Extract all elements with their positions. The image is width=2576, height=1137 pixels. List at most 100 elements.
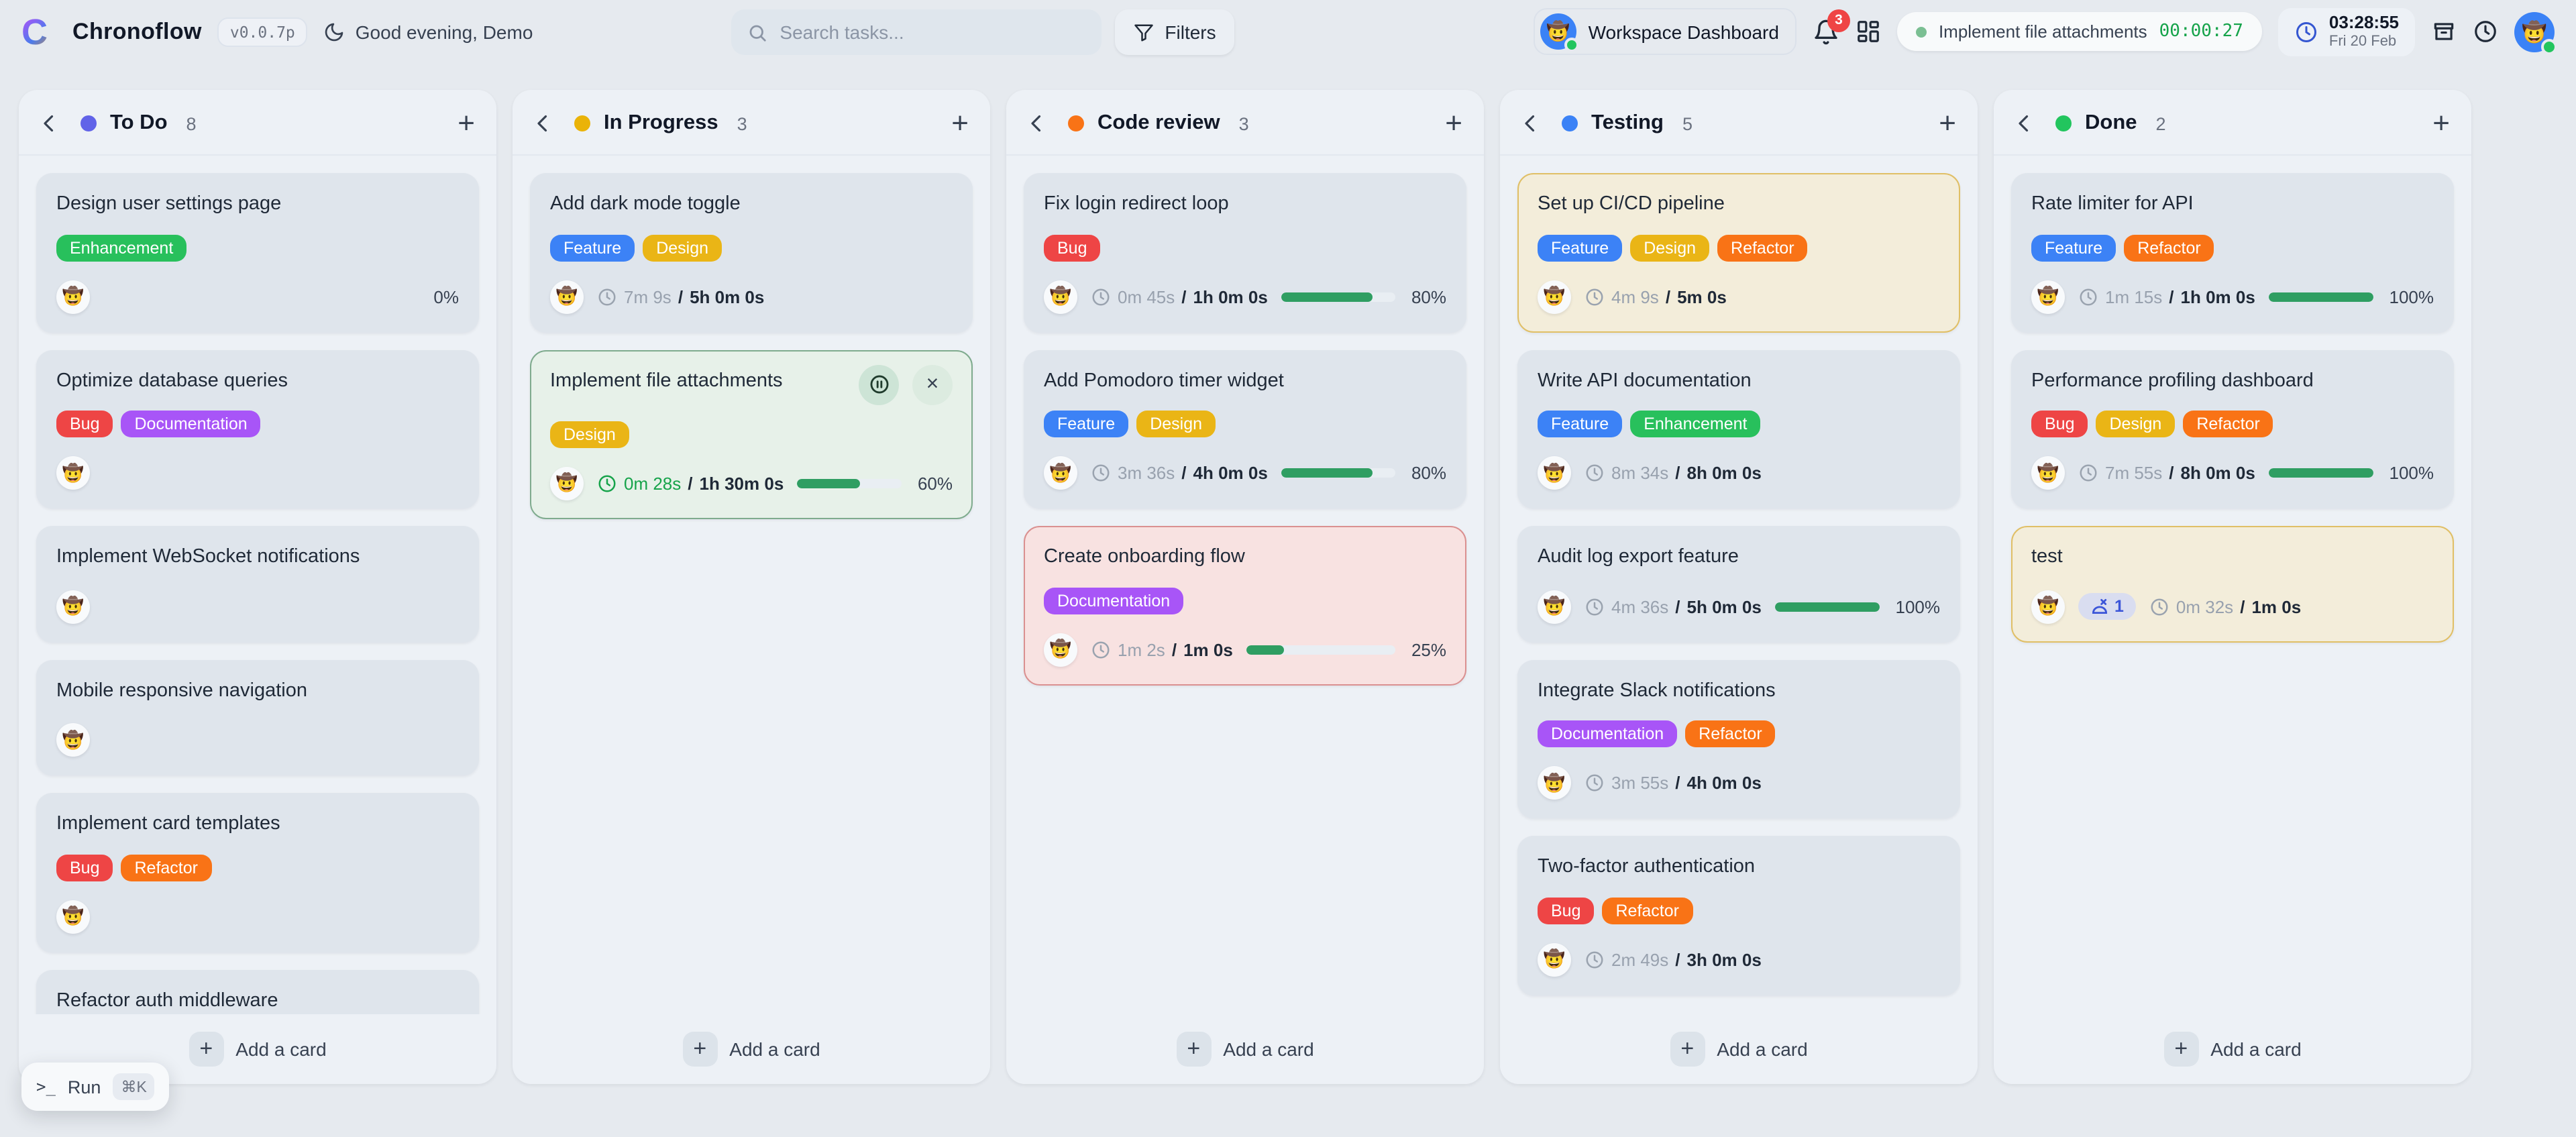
archive-button[interactable] bbox=[2431, 19, 2457, 45]
progress-fill bbox=[2269, 292, 2373, 301]
column-count: 2 bbox=[2156, 113, 2166, 133]
add-card-button[interactable]: +Add a card bbox=[1006, 1014, 1484, 1084]
run-command-button[interactable]: >_ Run ⌘K bbox=[21, 1063, 170, 1111]
card-title: Audit log export feature bbox=[1538, 545, 1739, 571]
column-collapse-button[interactable] bbox=[534, 114, 553, 133]
card[interactable]: Add dark mode toggleFeatureDesign🤠7m 9s/… bbox=[530, 173, 973, 332]
card[interactable]: Refactor auth middleware🤠 bbox=[36, 970, 479, 1014]
workspace-label: Workspace Dashboard bbox=[1589, 21, 1779, 43]
card-tags: Enhancement bbox=[56, 234, 459, 261]
column-collapse-button[interactable] bbox=[2015, 114, 2034, 133]
tag-design: Design bbox=[550, 421, 629, 447]
board-view-button[interactable] bbox=[1856, 19, 1881, 45]
app-logo-icon: C bbox=[21, 15, 56, 50]
card-top: Design user settings page bbox=[56, 192, 459, 218]
card-title: Set up CI/CD pipeline bbox=[1538, 192, 1725, 218]
card[interactable]: Design user settings page Enhancement 🤠0% bbox=[36, 173, 479, 332]
card-footer: 🤠0% bbox=[56, 280, 459, 313]
add-card-icon-button[interactable]: + bbox=[2432, 109, 2450, 138]
progress-fill bbox=[1775, 602, 1880, 611]
chevron-left-icon bbox=[40, 114, 59, 133]
column-color-dot bbox=[574, 115, 590, 131]
active-timer-pill[interactable]: Implement file attachments 00:00:27 bbox=[1897, 13, 2262, 52]
plus-icon: + bbox=[682, 1032, 717, 1067]
card-tags: Design bbox=[550, 421, 953, 447]
filters-button[interactable]: Filters bbox=[1115, 9, 1234, 55]
card-footer: 🤠3m 55s/4h 0m 0s bbox=[1538, 767, 1940, 800]
add-card-button[interactable]: +Add a card bbox=[1994, 1014, 2471, 1084]
card[interactable]: Write API documentationFeatureEnhancemen… bbox=[1517, 349, 1960, 508]
progress-fill bbox=[797, 478, 859, 488]
card[interactable]: Optimize database queriesBugDocumentatio… bbox=[36, 349, 479, 508]
card[interactable]: Two-factor authenticationBugRefactor🤠2m … bbox=[1517, 836, 1960, 995]
card-avatar: 🤠 bbox=[1044, 280, 1077, 313]
add-card-icon-button[interactable]: + bbox=[1445, 109, 1462, 138]
card[interactable]: Audit log export feature🤠4m 36s/5h 0m 0s… bbox=[1517, 526, 1960, 642]
workspace-switcher[interactable]: 🤠 Workspace Dashboard bbox=[1534, 9, 1796, 56]
total-time: 1m 0s bbox=[2251, 596, 2301, 616]
card-timer-controls: × bbox=[859, 364, 953, 404]
card[interactable]: test🤠10m 32s/1m 0s bbox=[2011, 526, 2454, 642]
add-card-button[interactable]: +Add a card bbox=[1500, 1014, 1978, 1084]
card-tags: FeatureDesign bbox=[550, 234, 953, 261]
card[interactable]: Implement file attachments×Design🤠0m 28s… bbox=[530, 349, 973, 519]
pause-icon bbox=[867, 373, 890, 396]
column-collapse-button[interactable] bbox=[1028, 114, 1046, 133]
card[interactable]: Set up CI/CD pipeline FeatureDesignRefact… bbox=[1517, 173, 1960, 332]
tag-documentation: Documentation bbox=[1538, 721, 1677, 748]
column-title: In Progress bbox=[604, 111, 718, 136]
search-input[interactable] bbox=[780, 21, 1085, 43]
card-top: Implement WebSocket notifications bbox=[56, 545, 459, 571]
add-card-icon-button[interactable]: + bbox=[458, 109, 475, 138]
column-color-dot bbox=[2055, 115, 2072, 131]
column-count: 8 bbox=[186, 113, 197, 133]
plus-icon: + bbox=[2163, 1032, 2198, 1067]
pause-timer-button[interactable] bbox=[859, 364, 899, 404]
plus-icon: + bbox=[1670, 1032, 1705, 1067]
user-avatar[interactable]: 🤠 bbox=[2514, 12, 2555, 52]
card-avatar: 🤠 bbox=[1044, 633, 1077, 666]
add-card-icon-button[interactable]: + bbox=[951, 109, 969, 138]
column-header: In Progress3+ bbox=[513, 90, 990, 156]
progress-bar bbox=[2269, 468, 2373, 478]
card[interactable]: Implement WebSocket notifications🤠 bbox=[36, 526, 479, 642]
card[interactable]: Add Pomodoro timer widgetFeatureDesign🤠3… bbox=[1024, 349, 1466, 508]
card[interactable]: Implement card templatesBugRefactor🤠 bbox=[36, 794, 479, 953]
notifications-button[interactable]: 3 bbox=[1813, 19, 1839, 46]
column-cards: Set up CI/CD pipeline FeatureDesignRefact… bbox=[1500, 156, 1978, 1014]
card-top: Optimize database queries bbox=[56, 368, 459, 394]
card-time: 7m 55s/8h 0m 0s bbox=[2078, 463, 2255, 483]
add-card-icon-button[interactable]: + bbox=[1939, 109, 1956, 138]
total-time: 1m 0s bbox=[1183, 639, 1233, 659]
card[interactable]: Create onboarding flowDocumentation🤠1m 2… bbox=[1024, 526, 1466, 685]
progress-percent: 100% bbox=[2390, 463, 2434, 483]
elapsed-time: 0m 32s bbox=[2176, 596, 2233, 616]
progress-percent: 0% bbox=[433, 286, 459, 307]
column-collapse-button[interactable] bbox=[40, 114, 59, 133]
add-card-button[interactable]: +Add a card bbox=[513, 1014, 990, 1084]
elapsed-time: 2m 49s bbox=[1611, 950, 1668, 970]
card[interactable]: Rate limiter for APIFeatureRefactor🤠1m 1… bbox=[2011, 173, 2454, 332]
filter-icon bbox=[1134, 22, 1154, 42]
column-color-dot bbox=[80, 115, 97, 131]
card-time: 0m 28s/1h 30m 0s bbox=[597, 473, 784, 493]
time-history-button[interactable] bbox=[2473, 19, 2498, 45]
tag-design: Design bbox=[2096, 411, 2176, 437]
progress-bar bbox=[1281, 292, 1395, 301]
stop-timer-button[interactable]: × bbox=[912, 364, 953, 404]
card-time: 7m 9s/5h 0m 0s bbox=[597, 286, 764, 307]
progress-percent: 80% bbox=[1411, 286, 1446, 307]
card-tags: FeatureDesignRefactor bbox=[1538, 234, 1940, 261]
card-top: Performance profiling dashboard bbox=[2031, 368, 2434, 394]
card[interactable]: Integrate Slack notificationsDocumentati… bbox=[1517, 659, 1960, 818]
card-top: Fix login redirect loop bbox=[1044, 192, 1446, 218]
card-avatar: 🤠 bbox=[2031, 456, 2065, 490]
column-collapse-button[interactable] bbox=[1521, 114, 1540, 133]
card[interactable]: Mobile responsive navigation🤠 bbox=[36, 659, 479, 775]
tag-feature: Feature bbox=[1538, 234, 1622, 261]
card[interactable]: Performance profiling dashboardBugDesign… bbox=[2011, 349, 2454, 508]
column-cards: Fix login redirect loopBug🤠0m 45s/1h 0m … bbox=[1006, 156, 1484, 1014]
card[interactable]: Fix login redirect loopBug🤠0m 45s/1h 0m … bbox=[1024, 173, 1466, 332]
card-footer: 🤠1m 2s/1m 0s25% bbox=[1044, 633, 1446, 666]
card-avatar: 🤠 bbox=[1538, 456, 1571, 490]
